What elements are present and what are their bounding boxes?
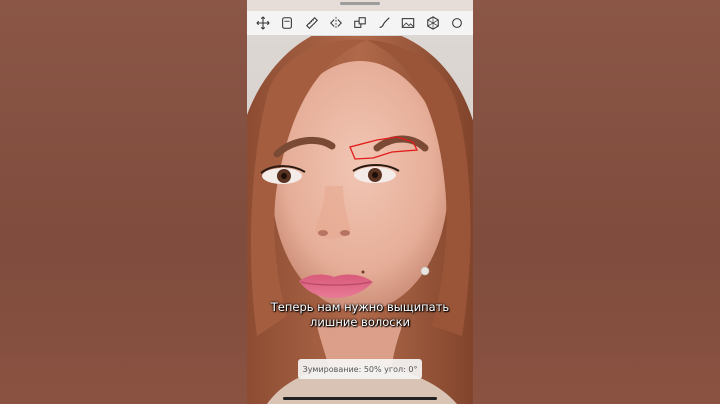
drag-handle[interactable]: [340, 2, 380, 5]
portrait-drawing: [247, 24, 473, 404]
transform-icon[interactable]: [350, 13, 370, 33]
portrait-photo[interactable]: [247, 24, 473, 404]
blurred-background-right: [473, 0, 720, 404]
subtitle-caption: Теперь нам нужно выщипать лишние волоски: [247, 300, 473, 330]
home-indicator[interactable]: [283, 397, 437, 400]
layer-icon[interactable]: [277, 13, 297, 33]
editor-toolbar: [247, 11, 473, 36]
caption-line-1: Теперь нам нужно выщипать: [270, 300, 450, 314]
phone-screen: Теперь нам нужно выщипать лишние волоски…: [247, 0, 473, 404]
brush-icon[interactable]: [374, 13, 394, 33]
zoom-status-pill: Зумирование: 50% угол: 0°: [298, 359, 422, 379]
move-icon[interactable]: [253, 13, 273, 33]
ruler-icon[interactable]: [302, 13, 322, 33]
grid-icon[interactable]: [423, 13, 443, 33]
blurred-background-left: [0, 0, 247, 404]
caption-line-2: лишние волоски: [309, 315, 410, 329]
image-icon[interactable]: [398, 13, 418, 33]
more-icon[interactable]: [447, 13, 467, 33]
flip-icon[interactable]: [326, 13, 346, 33]
status-area: [247, 0, 473, 11]
